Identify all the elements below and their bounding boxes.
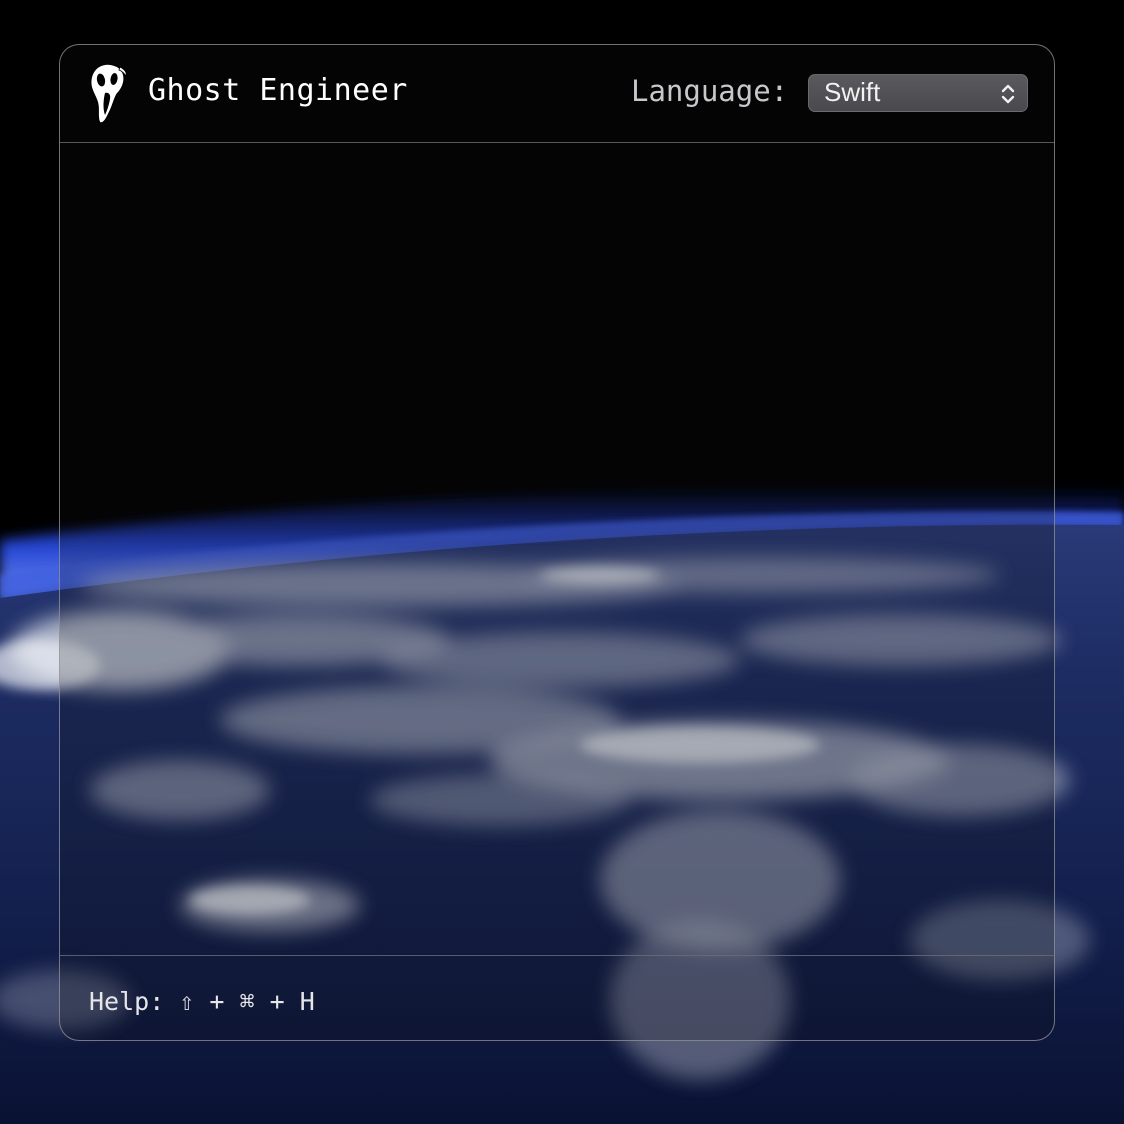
window-footer: Help: ⇧ + ⌘ + H: [60, 955, 1054, 1040]
ghostface-mask-icon: [90, 63, 127, 124]
app-window: Ghost Engineer Language: Swift Help: ⇧ +…: [59, 44, 1055, 1041]
language-select[interactable]: Swift: [808, 74, 1028, 112]
desktop: Ghost Engineer Language: Swift Help: ⇧ +…: [0, 0, 1124, 1124]
language-select-value: Swift: [824, 77, 881, 107]
chevron-up-down-icon: [1001, 84, 1015, 104]
window-header: Ghost Engineer Language: Swift: [60, 45, 1054, 143]
language-label: Language:: [631, 74, 789, 108]
help-shortcut-text: Help: ⇧ + ⌘ + H: [89, 987, 315, 1016]
app-title: Ghost Engineer: [148, 73, 408, 108]
content-area: [60, 143, 1054, 955]
